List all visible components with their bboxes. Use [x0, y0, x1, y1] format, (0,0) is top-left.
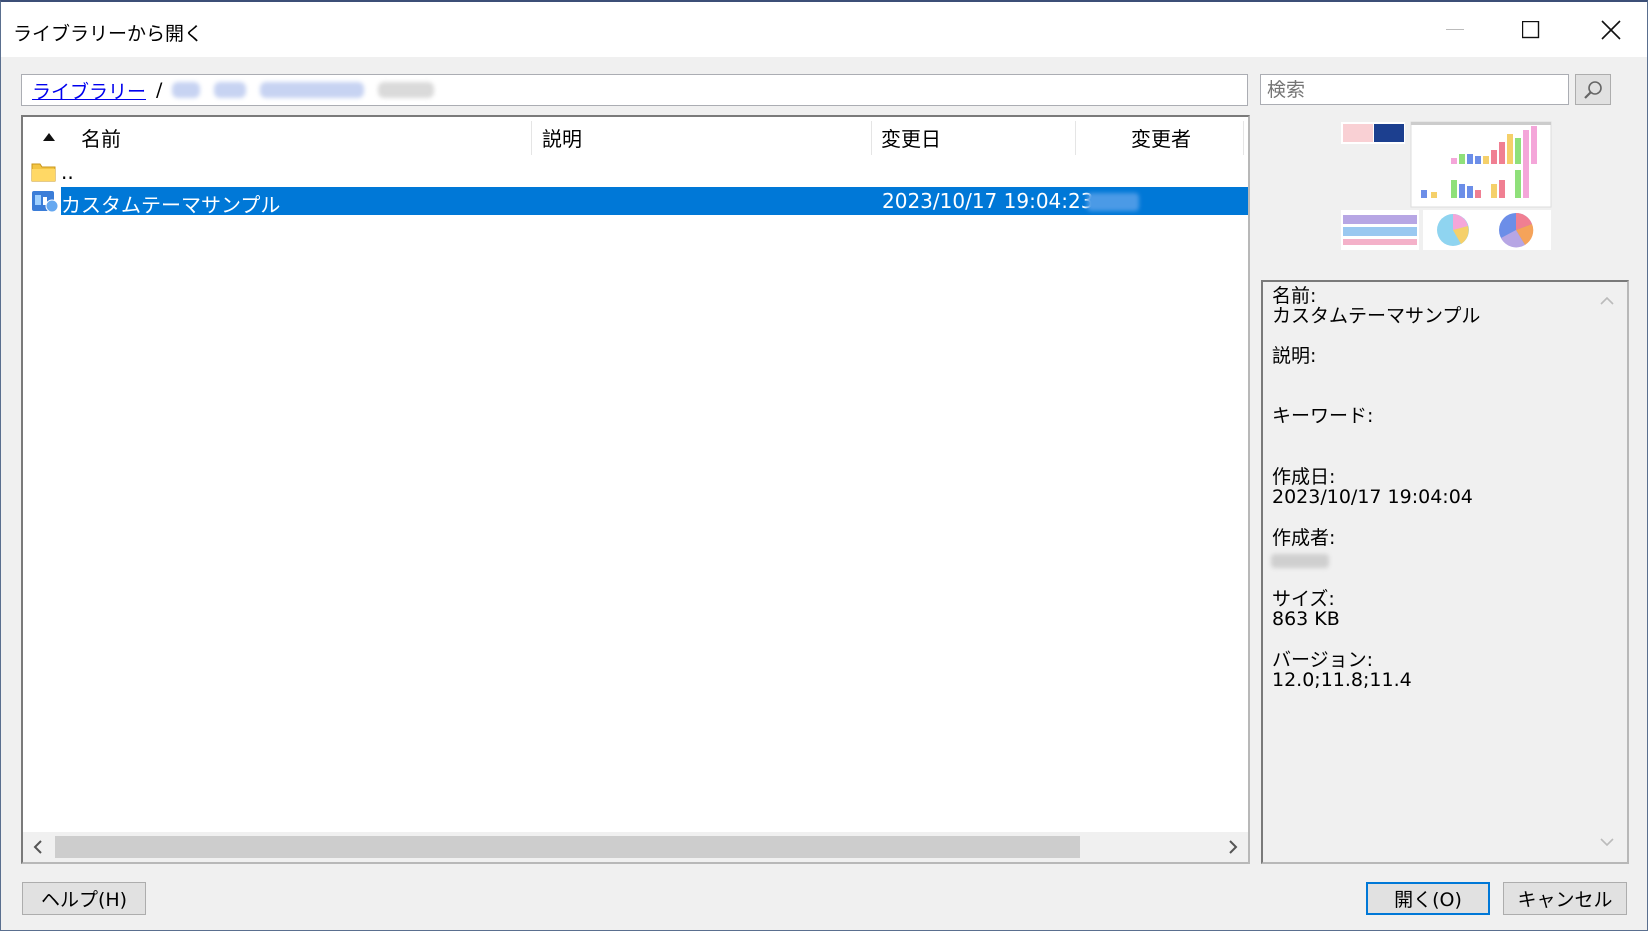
scroll-left-button[interactable] — [23, 832, 53, 862]
chevron-down-icon — [1600, 837, 1614, 846]
info-description-label: 説明: — [1272, 345, 1317, 367]
scroll-up-button[interactable] — [1595, 288, 1619, 312]
breadcrumb-separator: / — [156, 79, 163, 101]
list-header: 名前 説明 変更日 変更者 — [23, 117, 1248, 157]
info-name-label: 名前: — [1272, 285, 1317, 307]
column-divider[interactable] — [531, 121, 532, 155]
info-created-value: 2023/10/17 19:04:04 — [1272, 486, 1473, 508]
chevron-up-icon — [1600, 296, 1614, 305]
info-version-label: バージョン: — [1272, 649, 1374, 671]
breadcrumb-root-link[interactable]: ライブラリー — [32, 77, 146, 104]
list-item-name: カスタムテーマサンプル — [61, 193, 281, 217]
column-divider[interactable] — [1243, 121, 1244, 155]
folder-icon — [31, 163, 56, 182]
scroll-right-button[interactable] — [1218, 832, 1248, 862]
list-row-selected[interactable]: カスタムテーマサンプル 2023/10/17 19:04:23 — [23, 187, 1248, 217]
close-button[interactable] — [1571, 2, 1650, 57]
chevron-left-icon — [33, 840, 42, 854]
maximize-button[interactable] — [1491, 2, 1571, 57]
dialog-window: ライブラリーから開く ライブラリー / 名前 — [0, 0, 1648, 931]
help-button[interactable]: ヘルプ(H) — [22, 882, 146, 915]
theme-file-icon — [32, 191, 59, 213]
column-divider[interactable] — [1075, 121, 1076, 155]
column-description[interactable]: 説明 — [542, 117, 582, 157]
column-name[interactable]: 名前 — [81, 117, 121, 157]
column-divider[interactable] — [871, 121, 872, 155]
open-button[interactable]: 開く(O) — [1366, 882, 1490, 915]
breadcrumb-redacted-1[interactable] — [172, 82, 201, 98]
list-item-modified-by-redacted — [1087, 193, 1139, 211]
minimize-button[interactable] — [1415, 2, 1495, 57]
title-bar: ライブラリーから開く — [1, 2, 1647, 57]
horizontal-scroll-thumb[interactable] — [55, 836, 1080, 858]
close-icon — [1601, 19, 1621, 40]
theme-preview-thumbnail — [1341, 120, 1556, 257]
cancel-button[interactable]: キャンセル — [1503, 882, 1627, 915]
file-list[interactable]: 名前 説明 変更日 変更者 .. カスタムテーマサンプル 2023/10/17 … — [21, 115, 1250, 864]
breadcrumb-redacted-2[interactable] — [214, 82, 247, 98]
column-modified-by[interactable]: 変更者 — [1131, 117, 1191, 157]
properties-panel: 名前: カスタムテーマサンプル 説明: キーワード: 作成日: 2023/10/… — [1261, 280, 1629, 864]
sort-asc-icon[interactable] — [43, 117, 55, 157]
list-item-name: .. — [61, 160, 74, 184]
info-name-value: カスタムテーマサンプル — [1272, 305, 1481, 327]
breadcrumb-redacted-4 — [378, 82, 435, 98]
info-author-redacted — [1271, 554, 1329, 568]
list-item-modified: 2023/10/17 19:04:23 — [882, 189, 1094, 213]
horizontal-scrollbar[interactable] — [23, 832, 1248, 862]
maximize-icon — [1522, 20, 1540, 38]
column-modified[interactable]: 変更日 — [881, 117, 941, 157]
window-title: ライブラリーから開く — [13, 23, 204, 45]
search-button[interactable] — [1575, 74, 1611, 105]
chevron-right-icon — [1229, 840, 1238, 854]
info-version-value: 12.0;11.8;11.4 — [1272, 669, 1412, 691]
info-keywords-label: キーワード: — [1272, 405, 1374, 427]
search-icon — [1584, 80, 1602, 99]
scroll-down-button[interactable] — [1595, 830, 1619, 854]
breadcrumb: ライブラリー / — [21, 74, 1248, 106]
breadcrumb-redacted-3[interactable] — [260, 82, 365, 98]
info-author-label: 作成者: — [1272, 527, 1336, 549]
info-created-label: 作成日: — [1272, 466, 1336, 488]
minimize-icon — [1446, 28, 1464, 30]
list-row-parent-folder[interactable]: .. — [23, 158, 1248, 186]
info-size-value: 863 KB — [1272, 608, 1340, 630]
info-size-label: サイズ: — [1272, 588, 1335, 610]
search-input[interactable] — [1260, 74, 1569, 105]
